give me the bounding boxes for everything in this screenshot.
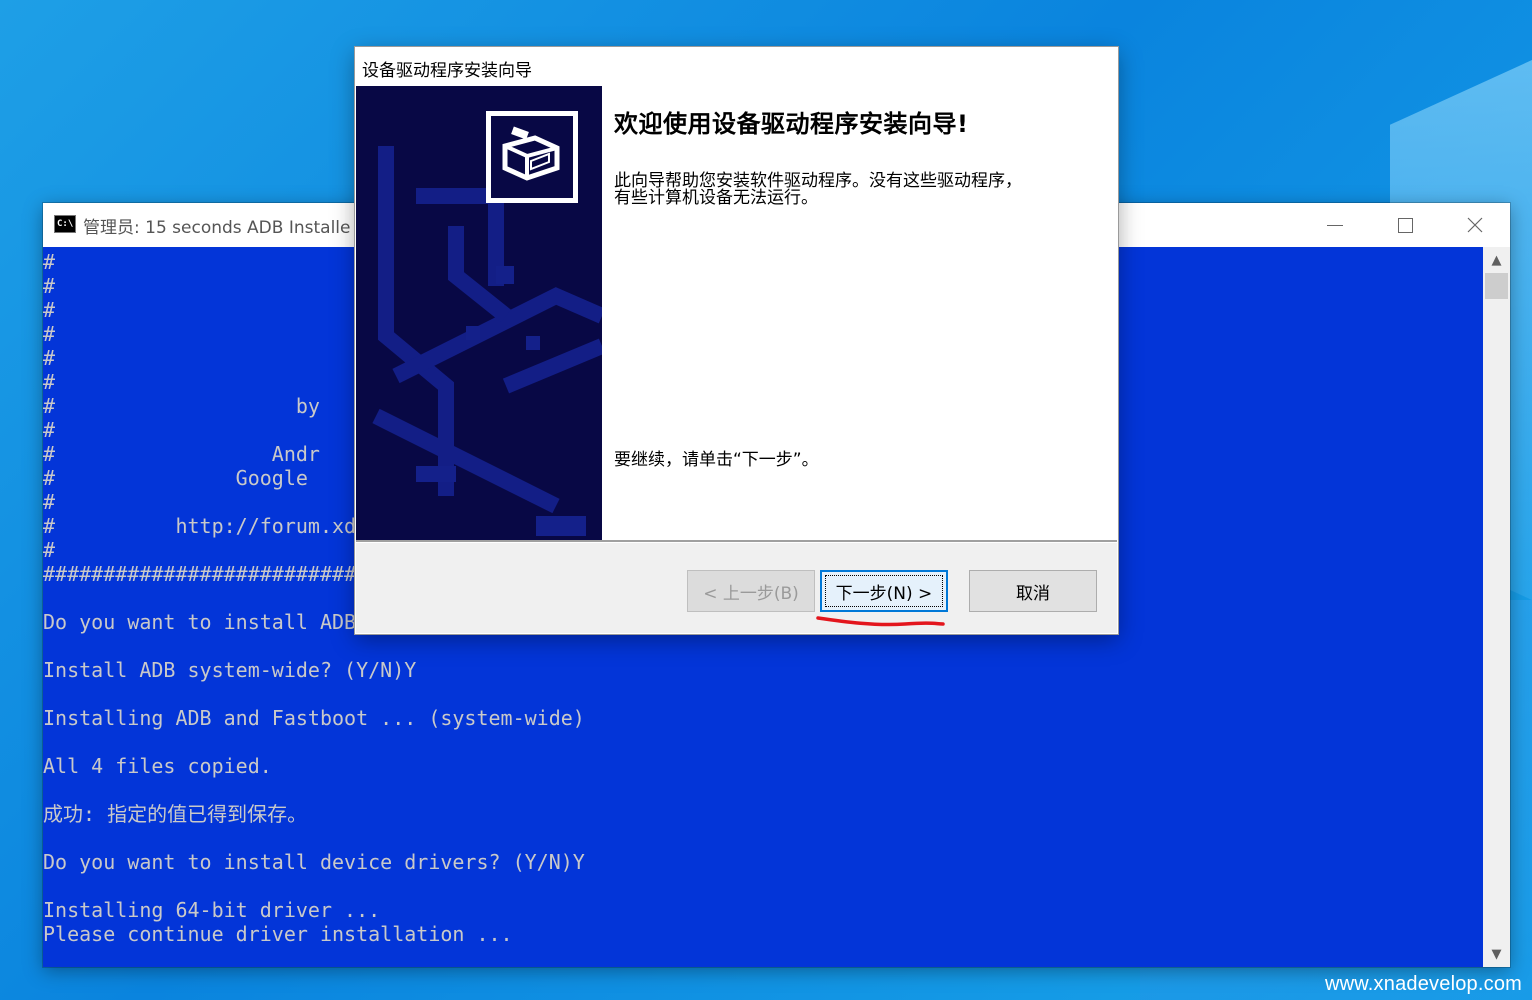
- console-scrollbar[interactable]: ▲ ▼: [1483, 247, 1510, 967]
- driver-install-wizard: 设备驱动程序安装向导 欢迎使用设备驱动程序安装向导! 此向导帮助您安装软件驱动程…: [355, 47, 1118, 634]
- console-line: Install ADB system-wide? (Y/N)Y: [43, 658, 417, 682]
- console-line: Installing 64-bit driver ...: [43, 898, 381, 922]
- wizard-titlebar[interactable]: 设备驱动程序安装向导: [355, 47, 1118, 85]
- red-underline-annotation: [816, 616, 945, 627]
- cancel-button[interactable]: 取消: [969, 570, 1097, 612]
- watermark: www.xnadevelop.com: [1324, 973, 1522, 995]
- close-button[interactable]: [1440, 203, 1510, 247]
- scroll-up-arrow-icon[interactable]: ▲: [1483, 247, 1510, 273]
- wizard-content: 欢迎使用设备驱动程序安装向导! 此向导帮助您安装软件驱动程序。没有这些驱动程序，…: [602, 85, 1118, 540]
- console-line: Please continue driver installation ...: [43, 922, 513, 946]
- wizard-footer: < 上一步(B) 下一步(N) > 取消: [356, 543, 1117, 633]
- console-app-icon: C:\: [54, 215, 76, 233]
- close-icon: [1467, 217, 1483, 233]
- next-button[interactable]: 下一步(N) >: [820, 570, 948, 612]
- wizard-heading: 欢迎使用设备驱动程序安装向导!: [614, 110, 969, 138]
- back-button[interactable]: < 上一步(B): [687, 570, 815, 612]
- maximize-button[interactable]: [1370, 203, 1440, 247]
- console-line: Installing ADB and Fastboot ... (system-…: [43, 706, 585, 730]
- console-line: All 4 files copied.: [43, 754, 272, 778]
- wizard-continue-text: 要继续，请单击“下一步”。: [614, 450, 819, 470]
- console-line: 成功: 指定的值已得到保存。: [43, 802, 308, 826]
- wizard-title: 设备驱动程序安装向导: [362, 61, 532, 81]
- scroll-down-arrow-icon[interactable]: ▼: [1483, 941, 1510, 967]
- minimize-button[interactable]: [1300, 203, 1370, 247]
- wizard-side-banner: [356, 86, 602, 540]
- wizard-description: 此向导帮助您安装软件驱动程序。没有这些驱动程序，有些计算机设备无法运行。: [614, 171, 1022, 208]
- hardware-device-icon: [486, 111, 578, 203]
- scrollbar-thumb[interactable]: [1485, 273, 1508, 299]
- console-title: 管理员: 15 seconds ADB Installe: [83, 218, 351, 238]
- console-line: Do you want to install device drivers? (…: [43, 850, 585, 874]
